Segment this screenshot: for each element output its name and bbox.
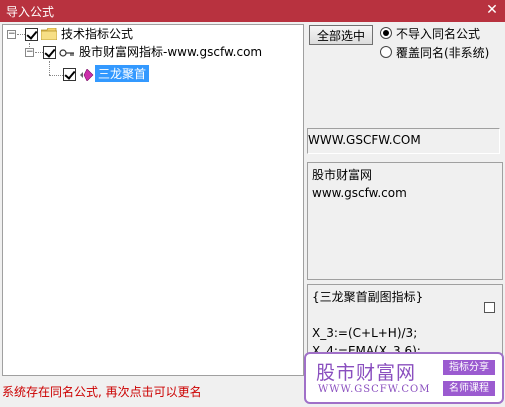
title-bar: 导入公式 ✕: [0, 0, 505, 22]
tree-connector: [49, 61, 50, 75]
tree-root-label[interactable]: 技术指标公式: [61, 25, 133, 42]
radio-skip-label[interactable]: 不导入同名公式: [396, 25, 480, 42]
status-message: 系统存在同名公式, 再次点击可以更名: [2, 385, 202, 399]
root-collapse-icon[interactable]: −: [7, 30, 16, 39]
formula-tree[interactable]: − 技术指标公式 − 股市财富网指标-www.gscfw.com 三龙聚首: [2, 24, 304, 376]
formula-url: WWW.GSCFW.COM: [307, 128, 500, 154]
description-line: 股市财富网: [312, 168, 373, 182]
radio-overwrite-label[interactable]: 覆盖同名(非系统): [396, 44, 489, 61]
root-checkbox[interactable]: [25, 28, 38, 41]
watermark-tag-indicators: 指标分享: [443, 360, 495, 375]
formula-description: 股市财富网 www.gscfw.com: [307, 162, 503, 280]
key-icon: [59, 49, 74, 57]
radio-skip-duplicates[interactable]: [380, 27, 392, 39]
group-checkbox[interactable]: [43, 46, 56, 59]
close-icon[interactable]: ✕: [483, 1, 501, 19]
item-checkbox[interactable]: [63, 68, 76, 81]
description-line: www.gscfw.com: [312, 186, 407, 200]
window-title: 导入公式: [6, 5, 55, 19]
watermark-url: WWW.GSCFW.COM: [318, 384, 431, 395]
watermark-tag-courses: 名师课程: [443, 381, 495, 396]
watermark-name: 股市财富网: [316, 362, 417, 384]
radio-overwrite-duplicates[interactable]: [380, 46, 392, 58]
code-option-checkbox[interactable]: [484, 302, 495, 313]
tree-group-label[interactable]: 股市财富网指标-www.gscfw.com: [79, 43, 262, 60]
group-collapse-icon[interactable]: −: [25, 48, 34, 57]
tree-item-label[interactable]: 三龙聚首: [95, 65, 150, 82]
code-line: X_3:=(C+L+H)/3;: [312, 326, 418, 340]
watermark-logo: 股市财富网 WWW.GSCFW.COM 指标分享 名师课程: [304, 352, 504, 404]
tree-connector: [35, 52, 43, 53]
tree-connector: [17, 34, 25, 35]
folder-icon: [41, 28, 57, 40]
tree-connector: [49, 75, 63, 76]
select-all-button[interactable]: 全部选中: [309, 25, 373, 45]
code-line: {三龙聚首副图指标}: [312, 290, 424, 304]
formula-item-icon: [80, 69, 94, 81]
